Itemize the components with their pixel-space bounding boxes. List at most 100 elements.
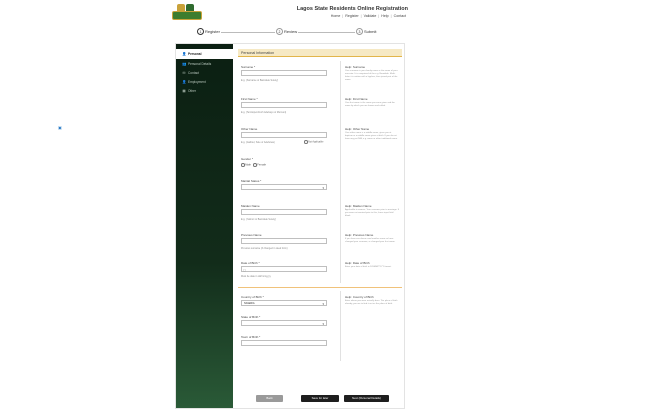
gender-female-label: Female (257, 163, 266, 167)
briefcase-icon: 👤 (182, 79, 187, 84)
nav-help[interactable]: Help (381, 14, 388, 18)
help-surname-text: Your surname is your family name or the … (345, 70, 398, 81)
step-number: 3 (356, 28, 363, 35)
gender-female-radio[interactable] (253, 163, 257, 167)
maiden-name-label: Maiden Name (241, 204, 260, 208)
nav-home[interactable]: Home (331, 14, 341, 18)
help-other-name-text: Your other name is a middle name, given … (345, 132, 398, 140)
calendar-icon[interactable]: ▢ (243, 268, 246, 272)
not-applicable-option[interactable]: Not Applicable (304, 140, 323, 144)
step-number: 1 (197, 28, 204, 35)
progress-stepper: 1 Register 2 Review 3 Submit (196, 28, 386, 36)
date-of-birth-label: Date of Birth * (241, 261, 260, 265)
crest-left (177, 4, 185, 11)
users-icon: 👥 (182, 61, 187, 66)
page-root: Lagos State Residents Online Registratio… (0, 0, 650, 418)
help-first-name-text: Your first name is the name you were giv… (345, 102, 395, 107)
next-button[interactable]: Next (Personal Details) (344, 395, 389, 402)
folder-icon: ▦ (182, 88, 186, 93)
town-of-birth-input[interactable] (241, 340, 327, 346)
mail-icon: ✉ (182, 70, 186, 75)
marital-status-label: Marital Status * (241, 179, 262, 183)
sidebar-item-label: Personal Details (188, 61, 212, 66)
not-applicable-label: Not Applicable (308, 140, 324, 144)
sidebar-item-label: Personal (188, 52, 202, 56)
back-button[interactable]: Back (256, 395, 283, 402)
other-name-input[interactable] (241, 132, 327, 138)
gender-label: Gender * (241, 157, 254, 161)
maiden-name-input[interactable] (241, 209, 327, 215)
step-submit[interactable]: 3 Submit (355, 28, 378, 35)
gender-male-label: Male (245, 163, 251, 167)
nav-register[interactable]: Register (345, 14, 358, 18)
gender-options: Male Female (241, 163, 266, 167)
surname-input[interactable] (241, 70, 327, 76)
sidebar-item-label: Employment (188, 79, 206, 84)
step-label: Register (205, 29, 220, 34)
section-title: Personal Information (238, 49, 402, 57)
sidebar-item-label: Other (188, 88, 196, 93)
step-label: Submit (364, 29, 377, 34)
step-review[interactable]: 2 Review (275, 28, 299, 35)
help-previous-name-text: If you have ever been used another name … (345, 238, 396, 243)
nav-validate[interactable]: Validate (364, 14, 377, 18)
surname-label: Surname * (241, 65, 256, 69)
other-name-hint: E.g. (Gabriel, Sule or Adebowa) (241, 141, 275, 144)
help-date-of-birth-title: Help: Date of Birth (345, 261, 370, 265)
help-first-name-title: Help: First Name (345, 97, 368, 101)
help-maiden-name-title: Help: Maiden Name (345, 204, 372, 208)
sidebar-item-employment[interactable]: 👤 Employment (176, 77, 233, 86)
help-surname-title: Help: Surname (345, 65, 366, 69)
country-of-birth-label: Country of Birth * (241, 295, 264, 299)
crest-right (186, 4, 194, 11)
previous-name-hint: Previous surname (if changed in deed for… (241, 247, 288, 250)
other-name-label: Other Name (241, 127, 258, 131)
step-register[interactable]: 1 Register (196, 28, 221, 35)
help-country-of-birth-text: Enter where you were actually born. The … (345, 300, 398, 305)
nav-contact[interactable]: Contact (394, 14, 406, 18)
help-other-name-title: Help: Other Name (345, 127, 370, 131)
help-maiden-name-text: Applicable to women. Your surname prior … (345, 209, 399, 217)
sidebar-item-contact[interactable]: ✉ Contact (176, 68, 233, 77)
state-of-birth-label: State of Birth * (241, 315, 261, 319)
sidebar-item-personal-details[interactable]: 👥 Personal Details (176, 59, 233, 68)
top-nav: Home | Register | Validate | Help | Cont… (330, 14, 406, 18)
user-icon: 👤 (182, 52, 187, 56)
sidebar-item-personal[interactable]: 👤 Personal (176, 49, 233, 59)
site-title: Lagos State Residents Online Registratio… (296, 6, 408, 12)
sidebar-item-other[interactable]: ▦ Other (176, 86, 233, 95)
sidebar-item-label: Contact (188, 70, 199, 75)
chevron-down-icon: ▾ (322, 302, 324, 306)
country-of-birth-select[interactable]: NIGERIA ▾ (241, 300, 327, 306)
help-country-of-birth-title: Help: Country of Birth (345, 295, 374, 299)
help-date-of-birth-text: Enter your date of birth in DD/MM/YYYY f… (345, 266, 392, 268)
state-of-birth-select[interactable]: ▾ (241, 320, 327, 326)
date-of-birth-hint: Must be date in dd/mm/yyyy (241, 275, 271, 278)
not-applicable-radio[interactable] (304, 140, 308, 144)
help-previous-name-title: Help: Previous Name (345, 233, 374, 237)
step-number: 2 (276, 28, 283, 35)
marital-status-select[interactable]: ▾ (241, 184, 327, 190)
chevron-down-icon: ▾ (322, 186, 324, 190)
translate-icon[interactable]: ▣ (58, 125, 63, 130)
surname-hint: E.g. (Surname or Bamidele Surely) (241, 79, 279, 82)
maiden-name-hint: E.g. (Yekinni or Bamidele Surely) (241, 218, 276, 221)
save-for-later-button[interactable]: Save for later (301, 395, 339, 402)
lagos-state-logo[interactable] (172, 4, 202, 20)
gender-male-radio[interactable] (241, 163, 245, 167)
form-content: Personal Information Surname * E.g. (Sur… (238, 49, 402, 361)
section-divider (238, 287, 402, 288)
sidebar: 👤 Personal 👥 Personal Details ✉ Contact … (176, 44, 233, 408)
chevron-down-icon: ▾ (322, 322, 324, 326)
town-of-birth-label: Town of Birth * (241, 335, 261, 339)
first-name-hint: E.g. (Temitope/Jimoh Adebayo or Mumuni) (241, 111, 287, 114)
first-name-label: First Name * (241, 97, 258, 101)
step-label: Review (284, 29, 298, 34)
column-divider (340, 291, 341, 361)
previous-name-input[interactable] (241, 238, 327, 244)
date-of-birth-input[interactable]: ▢ (241, 266, 327, 272)
logo-banner (172, 11, 202, 20)
first-name-input[interactable] (241, 102, 327, 108)
country-of-birth-value: NIGERIA (244, 302, 255, 305)
previous-name-label: Previous Name (241, 233, 262, 237)
